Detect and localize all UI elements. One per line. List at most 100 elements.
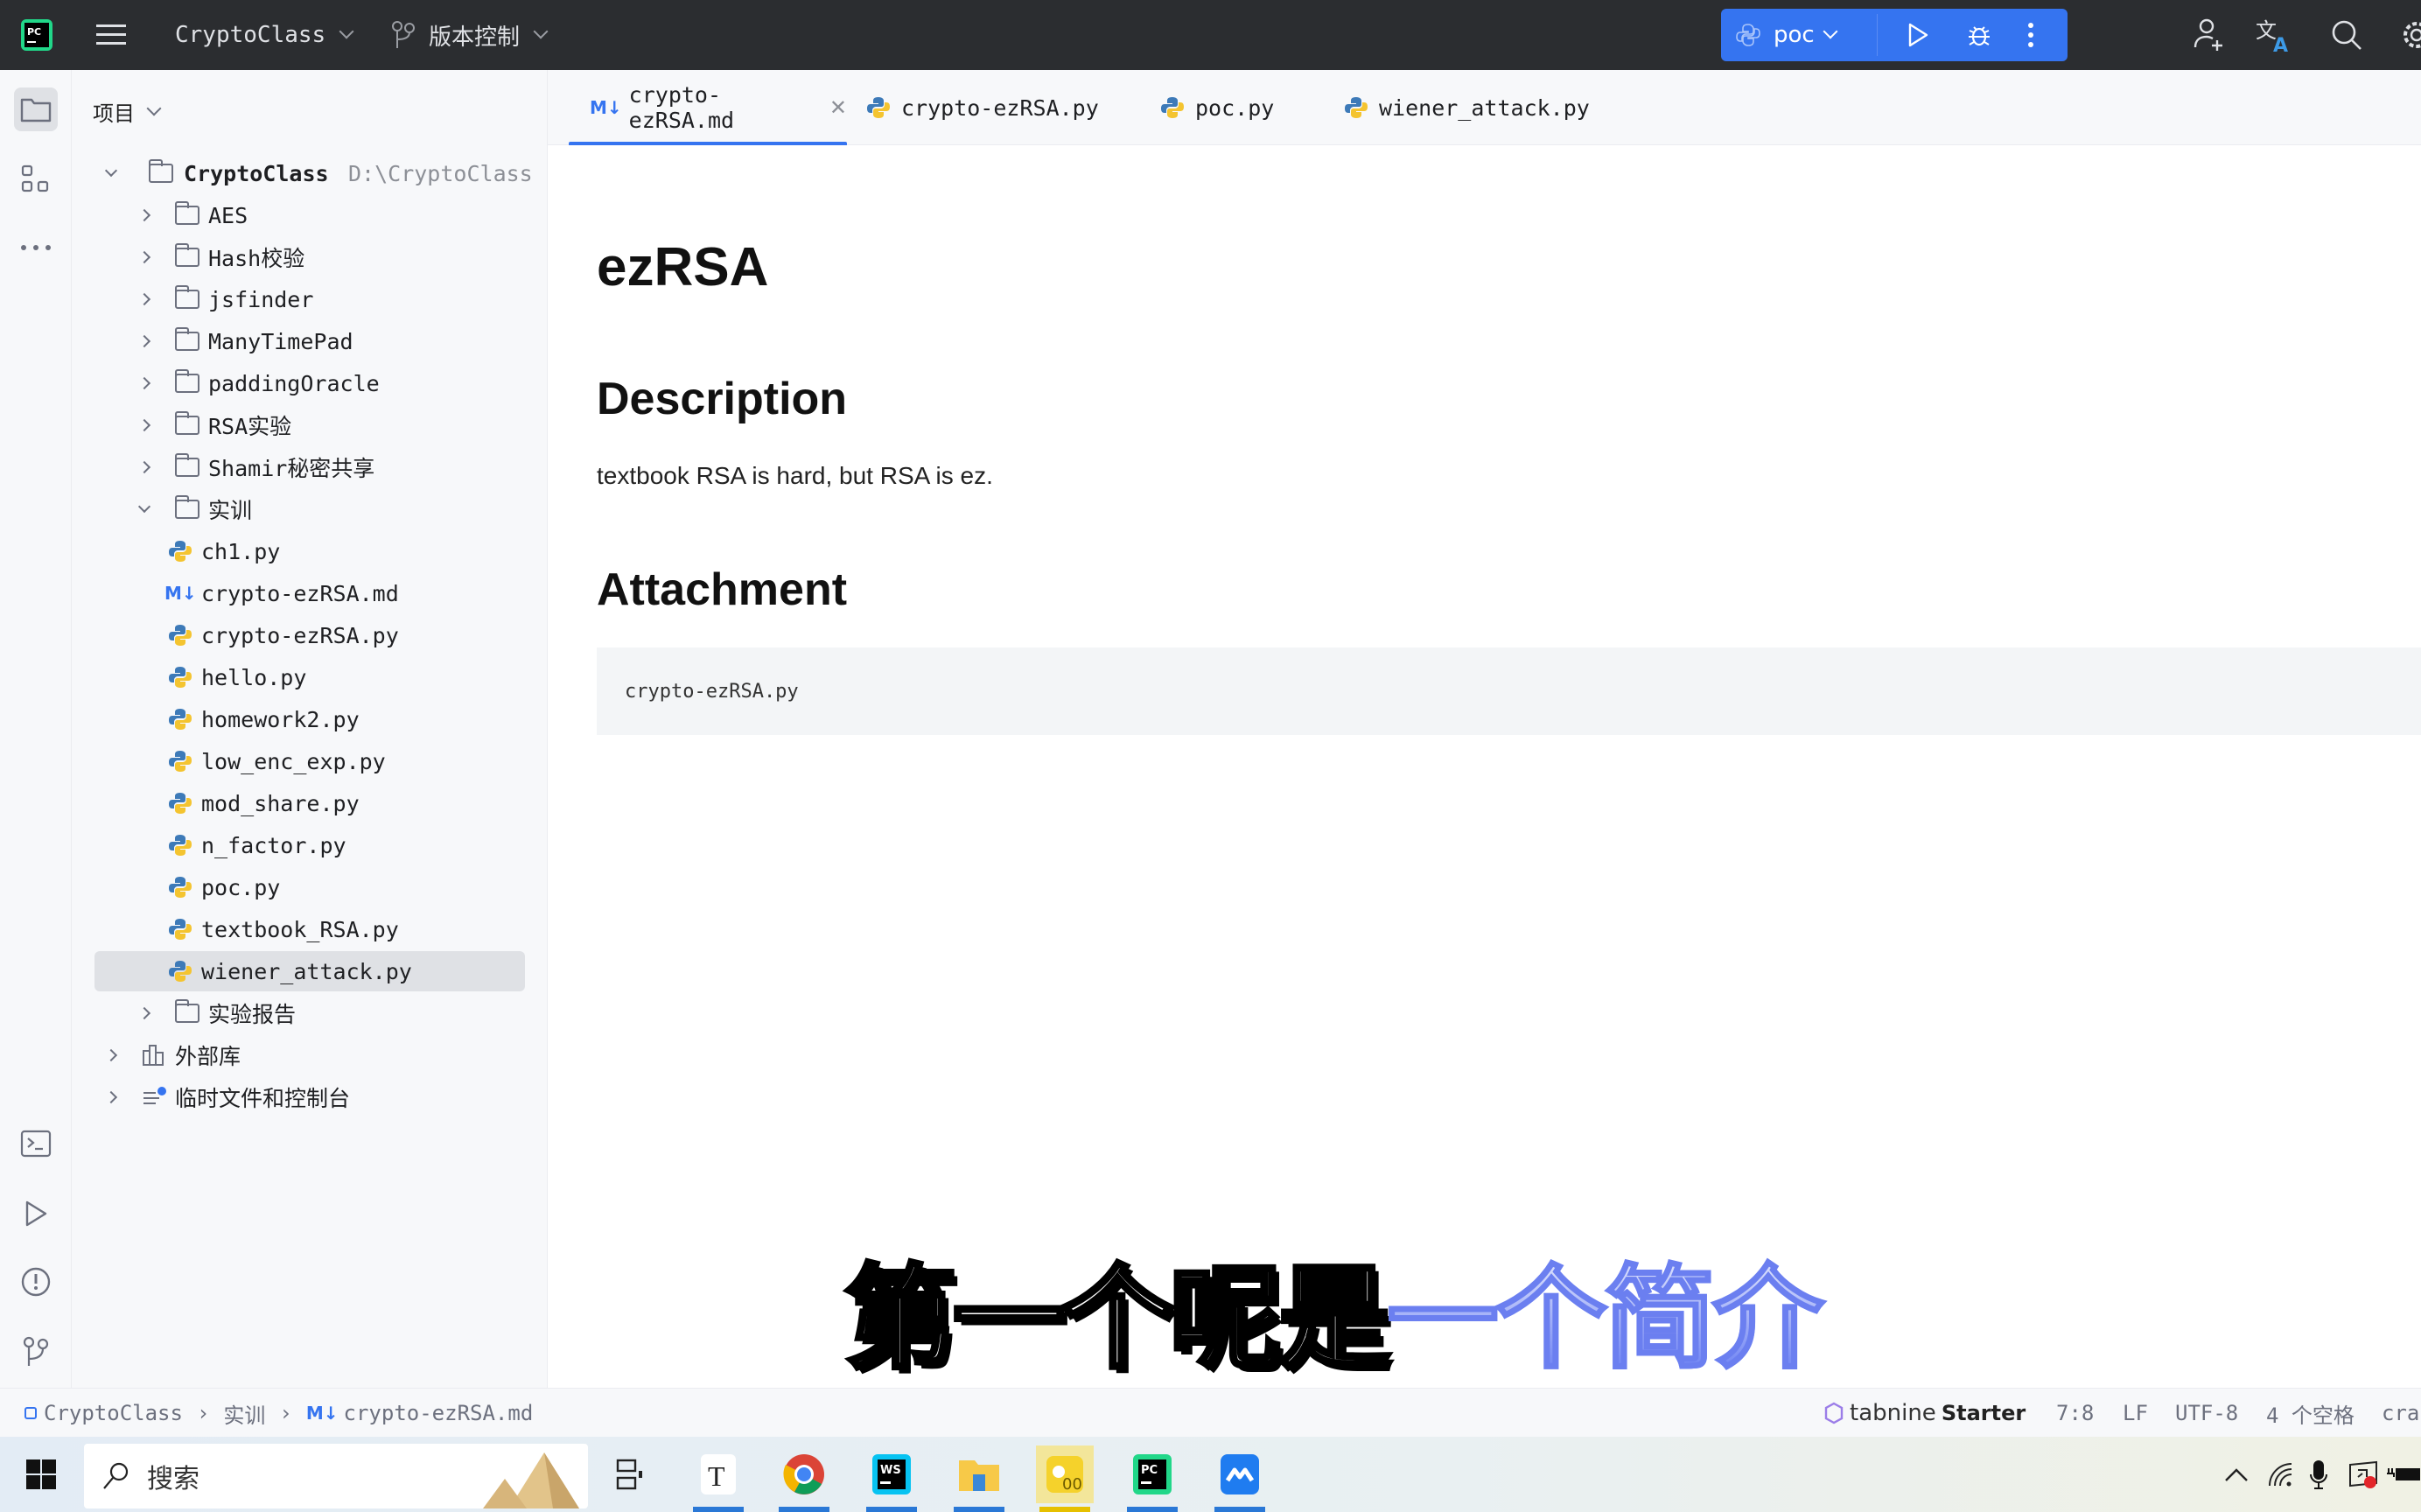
tree-item[interactable]: ch1.py: [94, 531, 525, 571]
run-config-selector[interactable]: poc: [1735, 9, 1875, 61]
chevron-right-icon[interactable]: [104, 1090, 118, 1104]
tree-item-label: wiener_attack.py: [201, 958, 412, 984]
chevron-right-icon[interactable]: [137, 250, 151, 264]
debug-button[interactable]: [1957, 9, 2001, 61]
run-button[interactable]: [1896, 9, 1940, 61]
start-button[interactable]: [12, 1446, 70, 1503]
indent-setting[interactable]: 4 个空格: [2266, 1389, 2355, 1438]
chevron-right-icon[interactable]: [137, 292, 151, 306]
project-header-label: 项目: [93, 102, 135, 126]
run-icon: [25, 1200, 47, 1227]
structure-tool-button[interactable]: [14, 158, 58, 201]
tree-item[interactable]: jsfinder: [94, 279, 525, 319]
tree-item[interactable]: RSA实验: [94, 405, 525, 445]
problems-tool-button[interactable]: [14, 1260, 58, 1304]
tree-item-label: ManyTimePad: [208, 328, 353, 354]
taskbar-app-audio[interactable]: 00: [1036, 1446, 1094, 1512]
tree-item[interactable]: poc.py: [94, 867, 525, 907]
tree-item[interactable]: AES: [94, 195, 525, 235]
tree-item[interactable]: mod_share.py: [94, 783, 525, 823]
run-config-label: poc: [1774, 22, 1815, 48]
chevron-right-icon[interactable]: [104, 1048, 118, 1062]
chevron-right-icon[interactable]: [137, 208, 151, 222]
tree-item[interactable]: paddingOracle: [94, 363, 525, 403]
project-panel: 项目 CryptoClass D:\CryptoClass AES Hash校验 j…: [72, 70, 548, 1388]
add-user-button[interactable]: [2189, 16, 2228, 54]
project-tool-button[interactable]: [14, 88, 58, 131]
tree-root-cryptoclass[interactable]: CryptoClass D:\CryptoClass: [94, 153, 533, 193]
chevron-right-icon[interactable]: [137, 418, 151, 432]
tabnine-widget[interactable]: tabnine Starter: [1823, 1389, 2026, 1438]
tab-crypto-ezrsa-md[interactable]: M↓ crypto-ezRSA.md ✕: [569, 70, 847, 146]
chevron-right-icon[interactable]: [137, 376, 151, 390]
taskbar-app-chrome[interactable]: [775, 1446, 833, 1512]
feishu-icon: [1221, 1454, 1259, 1494]
tree-item[interactable]: homework2.py: [94, 699, 525, 739]
tree-item[interactable]: Shamir秘密共享: [94, 447, 525, 487]
settings-button[interactable]: [2397, 16, 2421, 54]
project-view-selector[interactable]: 项目: [93, 96, 162, 127]
tree-item[interactable]: low_enc_exp.py: [94, 741, 525, 781]
translate-button[interactable]: 文A: [2256, 16, 2294, 54]
tree-item[interactable]: Hash校验: [94, 237, 525, 277]
subtitle-part-1: 第一个呢是: [842, 1251, 1392, 1386]
tree-item[interactable]: wiener_attack.py: [94, 951, 525, 991]
cursor-position[interactable]: 7:8: [2056, 1389, 2094, 1438]
tree-item-label: crypto-ezRSA.py: [201, 622, 399, 648]
hamburger-menu-icon[interactable]: [96, 0, 128, 70]
status-truncated-item[interactable]: cra: [2382, 1389, 2419, 1438]
git-tool-button[interactable]: [14, 1330, 58, 1374]
tree-item[interactable]: hello.py: [94, 657, 525, 697]
breadcrumb-item[interactable]: crypto-ezRSA.md: [344, 1401, 534, 1425]
folder-icon: [175, 201, 199, 225]
microphone-button[interactable]: [2301, 1446, 2336, 1503]
chevron-down-icon: [533, 24, 549, 39]
chevron-right-icon[interactable]: [137, 1006, 151, 1020]
tree-item-label: paddingOracle: [208, 370, 380, 396]
taskbar-app-file-explorer[interactable]: [950, 1446, 1008, 1512]
vcs-selector[interactable]: 版本控制: [390, 0, 549, 70]
tree-item[interactable]: M↓ crypto-ezRSA.md: [94, 573, 525, 613]
tree-item[interactable]: textbook_RSA.py: [94, 909, 525, 949]
taskbar-search[interactable]: 搜索: [84, 1444, 588, 1508]
more-tools-button[interactable]: [14, 226, 58, 270]
network-button[interactable]: [2261, 1446, 2299, 1503]
more-actions-button[interactable]: [2013, 9, 2048, 61]
task-view-button[interactable]: [600, 1446, 658, 1503]
tree-item[interactable]: crypto-ezRSA.py: [94, 615, 525, 655]
search-button[interactable]: [2327, 16, 2366, 54]
taskbar-app-feishu[interactable]: [1211, 1446, 1269, 1512]
battery-button[interactable]: [2387, 1446, 2421, 1503]
tree-item[interactable]: 实验报告: [94, 993, 525, 1033]
close-icon[interactable]: ✕: [829, 95, 847, 120]
tree-item[interactable]: 实训: [94, 489, 525, 529]
tree-item[interactable]: n_factor.py: [94, 825, 525, 865]
show-hidden-icons-button[interactable]: [2219, 1446, 2254, 1503]
tab-crypto-ezrsa-py[interactable]: crypto-ezRSA.py: [866, 70, 1099, 145]
terminal-tool-button[interactable]: [14, 1122, 58, 1166]
taskbar-app-typora[interactable]: T: [689, 1446, 747, 1512]
chevron-right-icon[interactable]: [137, 460, 151, 474]
search-icon: [103, 1462, 129, 1489]
chevron-down-icon[interactable]: [137, 500, 151, 514]
chevron-right-icon[interactable]: [137, 334, 151, 348]
project-selector[interactable]: CryptoClass: [175, 0, 354, 70]
tree-item[interactable]: 外部库: [94, 1035, 525, 1075]
line-ending[interactable]: LF: [2123, 1389, 2148, 1438]
tree-item[interactable]: 临时文件和控制台: [94, 1077, 525, 1117]
pycharm-logo-icon[interactable]: PC: [19, 0, 54, 70]
tab-poc-py[interactable]: poc.py: [1160, 70, 1274, 145]
file-encoding[interactable]: UTF-8: [2175, 1389, 2238, 1438]
python-icon: [1345, 97, 1368, 118]
run-tool-button[interactable]: [14, 1192, 58, 1236]
taskbar-app-pycharm[interactable]: PC: [1123, 1446, 1181, 1512]
python-file-icon: [169, 751, 192, 772]
breadcrumb-item[interactable]: 实训: [223, 1398, 265, 1429]
tree-item[interactable]: ManyTimePad: [94, 321, 525, 361]
audio-app-icon: 00: [1046, 1456, 1083, 1494]
tab-wiener-attack-py[interactable]: wiener_attack.py: [1344, 70, 1590, 145]
screen-record-button[interactable]: [2343, 1446, 2383, 1503]
taskbar-app-webstorm[interactable]: WS: [863, 1446, 920, 1512]
folder-icon: [175, 243, 199, 267]
breadcrumb-item[interactable]: CryptoClass: [44, 1401, 183, 1425]
